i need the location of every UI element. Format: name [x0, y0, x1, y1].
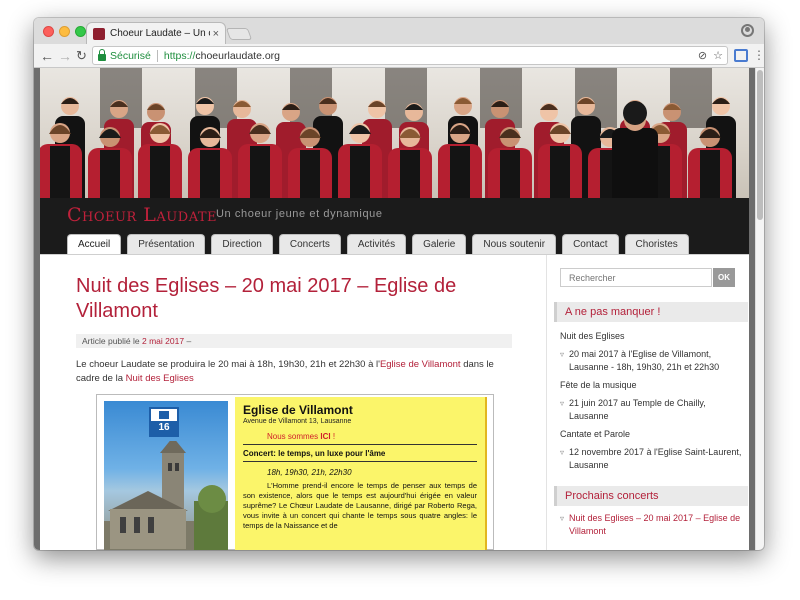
poster-church-photo: 16	[104, 401, 228, 550]
zoom-window-button[interactable]	[75, 26, 86, 37]
profile-icon[interactable]	[741, 24, 754, 37]
menu-item-4[interactable]: Activités	[346, 234, 407, 254]
website: Choeur Laudate Un choeur jeune et dynami…	[40, 68, 749, 550]
poster-title: Eglise de Villamont	[243, 403, 353, 417]
choir-illustration	[40, 68, 736, 198]
poster-info-panel: Eglise de Villamont Avenue de Villamont …	[235, 397, 487, 550]
event-item: ▿ 12 novembre 2017 à l'Eglise Saint-Laure…	[560, 446, 746, 472]
concert-link[interactable]: Nuit des Eglises – 20 mai 2017 – Eglise …	[569, 512, 746, 538]
poster-rule	[243, 444, 477, 445]
page-scrollbar[interactable]	[755, 68, 764, 550]
back-button[interactable]: ←	[40, 47, 54, 65]
next-concerts-list: ▿ Nuit des Eglises – 20 mai 2017 – Eglise…	[560, 512, 746, 543]
event-text: 12 novembre 2017 à l'Eglise Saint-Lauren…	[569, 447, 742, 470]
menu-item-6[interactable]: Nous soutenir	[472, 234, 557, 254]
poster-concert-title: Concert: le temps, un luxe pour l'âme	[243, 449, 386, 458]
forward-button[interactable]: →	[58, 47, 72, 65]
site-title[interactable]: Choeur Laudate	[67, 204, 217, 226]
scrollbar-thumb[interactable]	[757, 70, 763, 220]
here-suffix: !	[330, 432, 336, 441]
post-body: Le choeur Laudate se produira le 20 mai …	[76, 358, 516, 386]
menu-item-8[interactable]: Choristes	[624, 234, 689, 254]
menu-item-0[interactable]: Accueil	[67, 234, 122, 254]
content-divider	[40, 254, 749, 255]
tab-close-icon[interactable]: ×	[213, 28, 219, 40]
menu-item-3[interactable]: Concerts	[278, 234, 341, 254]
url-separator	[156, 49, 158, 62]
bookmark-star-icon[interactable]: ☆	[713, 49, 723, 62]
menu-item-2[interactable]: Direction	[211, 234, 273, 254]
favicon-icon	[93, 27, 105, 40]
meta-prefix: Article publié le	[82, 336, 140, 346]
eglise-villamont-link[interactable]: Eglise de Villamont	[380, 359, 461, 370]
nuit-des-eglises-link[interactable]: Nuit des Eglises	[126, 373, 194, 384]
close-window-button[interactable]	[43, 26, 54, 37]
event-text: 20 mai 2017 à l'Eglise de Villamont, Lau…	[569, 349, 720, 372]
main-menu: Accueil Présentation Direction Concerts Acti…	[67, 234, 689, 254]
event-group-name: Nuit des Eglises	[560, 331, 625, 341]
page-viewport: Choeur Laudate Un choeur jeune et dynami…	[34, 68, 764, 550]
event-group-name: Cantate et Parole	[560, 429, 631, 439]
tab-title: Choeur Laudate – Un choeur je...	[110, 28, 210, 39]
here-bold: ICI	[320, 432, 331, 441]
poster-description: L'Homme prend-il encore le temps de pens…	[243, 481, 477, 530]
browser-window: Choeur Laudate – Un choeur je... × ← → ↻…	[34, 18, 764, 550]
menu-item-1[interactable]: Présentation	[127, 234, 206, 254]
url-text: https://choeurlaudate.org	[164, 50, 280, 62]
url-host: choeurlaudate.org	[195, 49, 281, 62]
badge-number: 16	[151, 421, 177, 435]
omnibox-actions: ⊘ ☆	[698, 49, 723, 62]
post-text-1: Le choeur Laudate se produira le 20 mai …	[76, 359, 380, 370]
browser-toolbar: ← → ↻ Sécurisé https://choeurlaudate.org…	[34, 44, 764, 68]
lock-icon	[98, 48, 106, 61]
event-item: ▿ 20 mai 2017 à l'Eglise de Villamont, La…	[560, 348, 746, 374]
poster-times: 18h, 19h30, 21h, 22h30	[267, 468, 352, 477]
address-bar[interactable]: Sécurisé https://choeurlaudate.org ⊘ ☆	[92, 46, 728, 65]
camera-blocked-icon[interactable]: ⊘	[698, 49, 707, 62]
upcoming-highlights-list: Nuit des Eglises ▿ 20 mai 2017 à l'Eglise …	[560, 330, 746, 477]
url-scheme: https://	[163, 49, 196, 62]
event-text: 21 juin 2017 au Temple de Chailly, Lausa…	[569, 398, 706, 421]
location-badge: 16	[149, 407, 179, 437]
search-button[interactable]: OK	[713, 268, 735, 287]
extension-icon[interactable]	[734, 49, 748, 62]
event-poster[interactable]: 16 Eglise de Villamont Avenue de Villamo…	[96, 394, 494, 550]
post-title[interactable]: Nuit des Eglises – 20 mai 2017 – Eglise …	[76, 274, 496, 324]
tab-strip: Choeur Laudate – Un choeur je... ×	[34, 18, 764, 44]
meta-suffix: –	[186, 336, 192, 346]
widget-title-prochains-concerts: Prochains concerts	[554, 486, 748, 506]
bullet-icon: ▿	[560, 350, 565, 359]
event-item: ▿ 21 juin 2017 au Temple de Chailly, Laus…	[560, 397, 746, 423]
post-date-link[interactable]: 2 mai 2017	[142, 336, 184, 346]
sidebar-divider	[546, 255, 547, 550]
menu-item-5[interactable]: Galerie	[412, 234, 467, 254]
secure-label: Sécurisé	[110, 49, 151, 62]
event-group-name: Fête de la musique	[560, 380, 637, 390]
minimize-window-button[interactable]	[59, 26, 70, 37]
bullet-icon: ▿	[560, 399, 565, 408]
reload-button[interactable]: ↻	[76, 47, 87, 65]
bullet-icon: ▿	[560, 514, 565, 523]
search-input[interactable]	[560, 268, 712, 287]
browser-tab[interactable]: Choeur Laudate – Un choeur je... ×	[86, 22, 226, 44]
poster-address: Avenue de Villamont 13, Lausanne	[243, 418, 352, 425]
poster-rule	[243, 461, 477, 462]
new-tab-button[interactable]	[225, 28, 253, 40]
here-prefix: Nous sommes	[267, 432, 321, 441]
site-tagline: Un choeur jeune et dynamique	[216, 208, 383, 220]
bullet-icon: ▿	[560, 448, 565, 457]
menu-item-7[interactable]: Contact	[562, 234, 619, 254]
choir-banner-photo	[40, 68, 749, 198]
browser-menu-icon[interactable]: ⋮	[753, 48, 764, 62]
poster-here-notice: Nous sommes ICI !	[267, 432, 477, 441]
house-icon	[159, 411, 169, 419]
church-icon	[104, 441, 228, 550]
post-meta: Article publié le 2 mai 2017 –	[76, 334, 512, 348]
concert-item[interactable]: ▿ Nuit des Eglises – 20 mai 2017 – Eglise…	[560, 512, 746, 538]
widget-title-ne-pas-manquer: A ne pas manquer !	[554, 302, 748, 322]
